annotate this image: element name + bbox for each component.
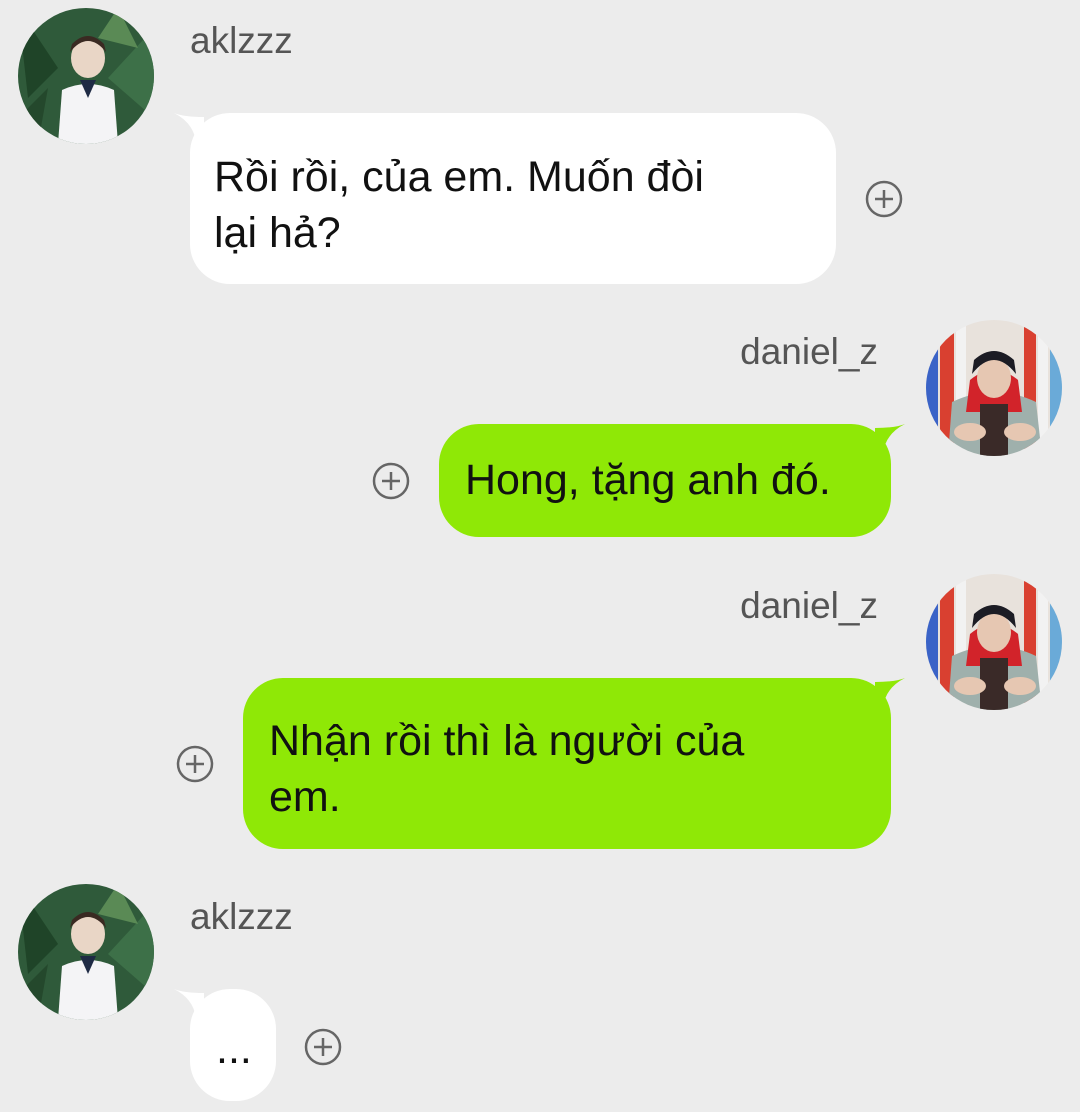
message-bubble[interactable]: Rồi rồi, của em. Muốn đòi lại hả? (190, 113, 836, 284)
message-line: em. (269, 773, 341, 821)
message-line: Nhận rồi thì là người của (269, 717, 745, 765)
sender-name: aklzzz (190, 20, 293, 61)
message-line: Hong, tặng anh đó. (465, 456, 831, 504)
message-line: ... (216, 1025, 252, 1073)
sender-name: daniel_z (740, 585, 878, 626)
message-bubble[interactable]: Hong, tặng anh đó. (439, 424, 891, 537)
plus-circle-icon[interactable] (304, 1028, 342, 1066)
message-bubble[interactable]: Nhận rồi thì là người của em. (243, 678, 891, 849)
message-line: Rồi rồi, của em. Muốn đòi (214, 153, 704, 201)
avatar-aklzzz[interactable] (18, 884, 154, 1020)
message-bubble[interactable]: ... (190, 989, 276, 1101)
sender-name: aklzzz (190, 896, 293, 937)
plus-circle-icon[interactable] (865, 180, 903, 218)
avatar-daniel-z[interactable] (926, 574, 1062, 710)
avatar-aklzzz[interactable] (18, 8, 154, 144)
plus-circle-icon[interactable] (372, 462, 410, 500)
message-line: lại hả? (214, 209, 341, 257)
sender-name: daniel_z (740, 331, 878, 372)
avatar-daniel-z[interactable] (926, 320, 1062, 456)
plus-circle-icon[interactable] (176, 745, 214, 783)
